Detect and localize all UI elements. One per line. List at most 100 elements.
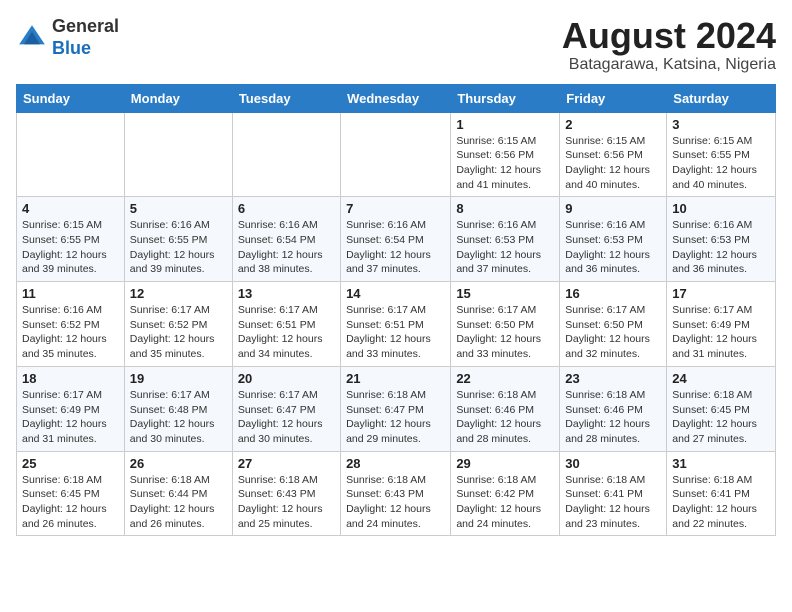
day-number: 26 (130, 456, 227, 471)
location: Batagarawa, Katsina, Nigeria (562, 56, 776, 74)
day-number: 20 (238, 371, 335, 386)
day-info: Sunrise: 6:16 AM Sunset: 6:53 PM Dayligh… (456, 218, 554, 277)
day-info: Sunrise: 6:15 AM Sunset: 6:55 PM Dayligh… (22, 218, 119, 277)
day-number: 17 (672, 286, 770, 301)
calendar-cell: 9 Sunrise: 6:16 AM Sunset: 6:53 PM Daylig… (560, 197, 667, 282)
day-info: Sunrise: 6:15 AM Sunset: 6:55 PM Dayligh… (672, 134, 770, 193)
day-info: Sunrise: 6:16 AM Sunset: 6:53 PM Dayligh… (565, 218, 661, 277)
header-day-tuesday: Tuesday (232, 84, 340, 112)
header-day-wednesday: Wednesday (341, 84, 451, 112)
day-info: Sunrise: 6:17 AM Sunset: 6:47 PM Dayligh… (238, 388, 335, 447)
day-info: Sunrise: 6:18 AM Sunset: 6:46 PM Dayligh… (456, 388, 554, 447)
day-info: Sunrise: 6:18 AM Sunset: 6:42 PM Dayligh… (456, 473, 554, 532)
header-day-friday: Friday (560, 84, 667, 112)
day-info: Sunrise: 6:15 AM Sunset: 6:56 PM Dayligh… (456, 134, 554, 193)
day-info: Sunrise: 6:16 AM Sunset: 6:54 PM Dayligh… (238, 218, 335, 277)
calendar-cell: 24 Sunrise: 6:18 AM Sunset: 6:45 PM Dayli… (667, 366, 776, 451)
calendar-cell: 6 Sunrise: 6:16 AM Sunset: 6:54 PM Daylig… (232, 197, 340, 282)
calendar-cell (17, 112, 125, 197)
calendar-cell: 3 Sunrise: 6:15 AM Sunset: 6:55 PM Daylig… (667, 112, 776, 197)
day-info: Sunrise: 6:17 AM Sunset: 6:50 PM Dayligh… (565, 303, 661, 362)
calendar-cell: 31 Sunrise: 6:18 AM Sunset: 6:41 PM Dayli… (667, 451, 776, 536)
day-info: Sunrise: 6:18 AM Sunset: 6:41 PM Dayligh… (565, 473, 661, 532)
day-info: Sunrise: 6:18 AM Sunset: 6:43 PM Dayligh… (346, 473, 445, 532)
day-number: 3 (672, 117, 770, 132)
week-row-3: 11Sunrise: 6:16 AM Sunset: 6:52 PM Dayli… (17, 282, 776, 367)
day-number: 12 (130, 286, 227, 301)
day-number: 10 (672, 201, 770, 216)
calendar-cell: 27 Sunrise: 6:18 AM Sunset: 6:43 PM Dayli… (232, 451, 340, 536)
logo-icon (16, 22, 48, 54)
day-number: 4 (22, 201, 119, 216)
logo-general: General (52, 16, 119, 38)
day-number: 19 (130, 371, 227, 386)
calendar-cell: 13 Sunrise: 6:17 AM Sunset: 6:51 PM Dayli… (232, 282, 340, 367)
week-row-5: 25Sunrise: 6:18 AM Sunset: 6:45 PM Dayli… (17, 451, 776, 536)
calendar-cell (341, 112, 451, 197)
day-info: Sunrise: 6:16 AM Sunset: 6:53 PM Dayligh… (672, 218, 770, 277)
day-info: Sunrise: 6:17 AM Sunset: 6:49 PM Dayligh… (672, 303, 770, 362)
day-number: 8 (456, 201, 554, 216)
calendar-cell: 19 Sunrise: 6:17 AM Sunset: 6:48 PM Dayli… (124, 366, 232, 451)
calendar-cell: 26 Sunrise: 6:18 AM Sunset: 6:44 PM Dayli… (124, 451, 232, 536)
day-number: 9 (565, 201, 661, 216)
day-info: Sunrise: 6:16 AM Sunset: 6:55 PM Dayligh… (130, 218, 227, 277)
day-info: Sunrise: 6:18 AM Sunset: 6:47 PM Dayligh… (346, 388, 445, 447)
header-day-thursday: Thursday (451, 84, 560, 112)
calendar-cell: 8 Sunrise: 6:16 AM Sunset: 6:53 PM Daylig… (451, 197, 560, 282)
calendar-cell: 30Sunrise: 6:18 AM Sunset: 6:41 PM Dayli… (560, 451, 667, 536)
day-number: 13 (238, 286, 335, 301)
title-block: August 2024 Batagarawa, Katsina, Nigeria (562, 16, 776, 74)
calendar-cell: 5 Sunrise: 6:16 AM Sunset: 6:55 PM Daylig… (124, 197, 232, 282)
day-number: 15 (456, 286, 554, 301)
day-info: Sunrise: 6:16 AM Sunset: 6:54 PM Dayligh… (346, 218, 445, 277)
logo: General Blue (16, 16, 119, 59)
calendar-cell (124, 112, 232, 197)
day-info: Sunrise: 6:18 AM Sunset: 6:45 PM Dayligh… (22, 473, 119, 532)
day-info: Sunrise: 6:17 AM Sunset: 6:51 PM Dayligh… (346, 303, 445, 362)
calendar-cell: 21Sunrise: 6:18 AM Sunset: 6:47 PM Dayli… (341, 366, 451, 451)
day-number: 29 (456, 456, 554, 471)
calendar-cell: 2 Sunrise: 6:15 AM Sunset: 6:56 PM Daylig… (560, 112, 667, 197)
day-number: 23 (565, 371, 661, 386)
day-number: 24 (672, 371, 770, 386)
calendar-cell: 1Sunrise: 6:15 AM Sunset: 6:56 PM Daylig… (451, 112, 560, 197)
day-number: 27 (238, 456, 335, 471)
week-row-1: 1Sunrise: 6:15 AM Sunset: 6:56 PM Daylig… (17, 112, 776, 197)
calendar-cell: 22 Sunrise: 6:18 AM Sunset: 6:46 PM Dayli… (451, 366, 560, 451)
day-info: Sunrise: 6:17 AM Sunset: 6:48 PM Dayligh… (130, 388, 227, 447)
day-number: 2 (565, 117, 661, 132)
day-number: 6 (238, 201, 335, 216)
day-number: 31 (672, 456, 770, 471)
day-number: 7 (346, 201, 445, 216)
calendar-cell: 25Sunrise: 6:18 AM Sunset: 6:45 PM Dayli… (17, 451, 125, 536)
day-number: 5 (130, 201, 227, 216)
day-info: Sunrise: 6:18 AM Sunset: 6:43 PM Dayligh… (238, 473, 335, 532)
header-row: SundayMondayTuesdayWednesdayThursdayFrid… (17, 84, 776, 112)
day-info: Sunrise: 6:17 AM Sunset: 6:52 PM Dayligh… (130, 303, 227, 362)
day-info: Sunrise: 6:18 AM Sunset: 6:41 PM Dayligh… (672, 473, 770, 532)
header-day-monday: Monday (124, 84, 232, 112)
calendar-cell (232, 112, 340, 197)
calendar-cell: 11Sunrise: 6:16 AM Sunset: 6:52 PM Dayli… (17, 282, 125, 367)
header-day-sunday: Sunday (17, 84, 125, 112)
calendar-table: SundayMondayTuesdayWednesdayThursdayFrid… (16, 84, 776, 537)
day-number: 22 (456, 371, 554, 386)
calendar-cell: 4 Sunrise: 6:15 AM Sunset: 6:55 PM Daylig… (17, 197, 125, 282)
day-number: 28 (346, 456, 445, 471)
calendar-cell: 28 Sunrise: 6:18 AM Sunset: 6:43 PM Dayli… (341, 451, 451, 536)
day-info: Sunrise: 6:17 AM Sunset: 6:50 PM Dayligh… (456, 303, 554, 362)
day-number: 16 (565, 286, 661, 301)
calendar-cell: 20 Sunrise: 6:17 AM Sunset: 6:47 PM Dayli… (232, 366, 340, 451)
calendar-cell: 14Sunrise: 6:17 AM Sunset: 6:51 PM Dayli… (341, 282, 451, 367)
day-info: Sunrise: 6:18 AM Sunset: 6:44 PM Dayligh… (130, 473, 227, 532)
calendar-cell: 10 Sunrise: 6:16 AM Sunset: 6:53 PM Dayli… (667, 197, 776, 282)
day-number: 11 (22, 286, 119, 301)
day-info: Sunrise: 6:15 AM Sunset: 6:56 PM Dayligh… (565, 134, 661, 193)
day-info: Sunrise: 6:17 AM Sunset: 6:51 PM Dayligh… (238, 303, 335, 362)
month-year: August 2024 (562, 16, 776, 56)
day-info: Sunrise: 6:18 AM Sunset: 6:45 PM Dayligh… (672, 388, 770, 447)
day-info: Sunrise: 6:18 AM Sunset: 6:46 PM Dayligh… (565, 388, 661, 447)
calendar-cell: 18Sunrise: 6:17 AM Sunset: 6:49 PM Dayli… (17, 366, 125, 451)
calendar-cell: 17 Sunrise: 6:17 AM Sunset: 6:49 PM Dayli… (667, 282, 776, 367)
